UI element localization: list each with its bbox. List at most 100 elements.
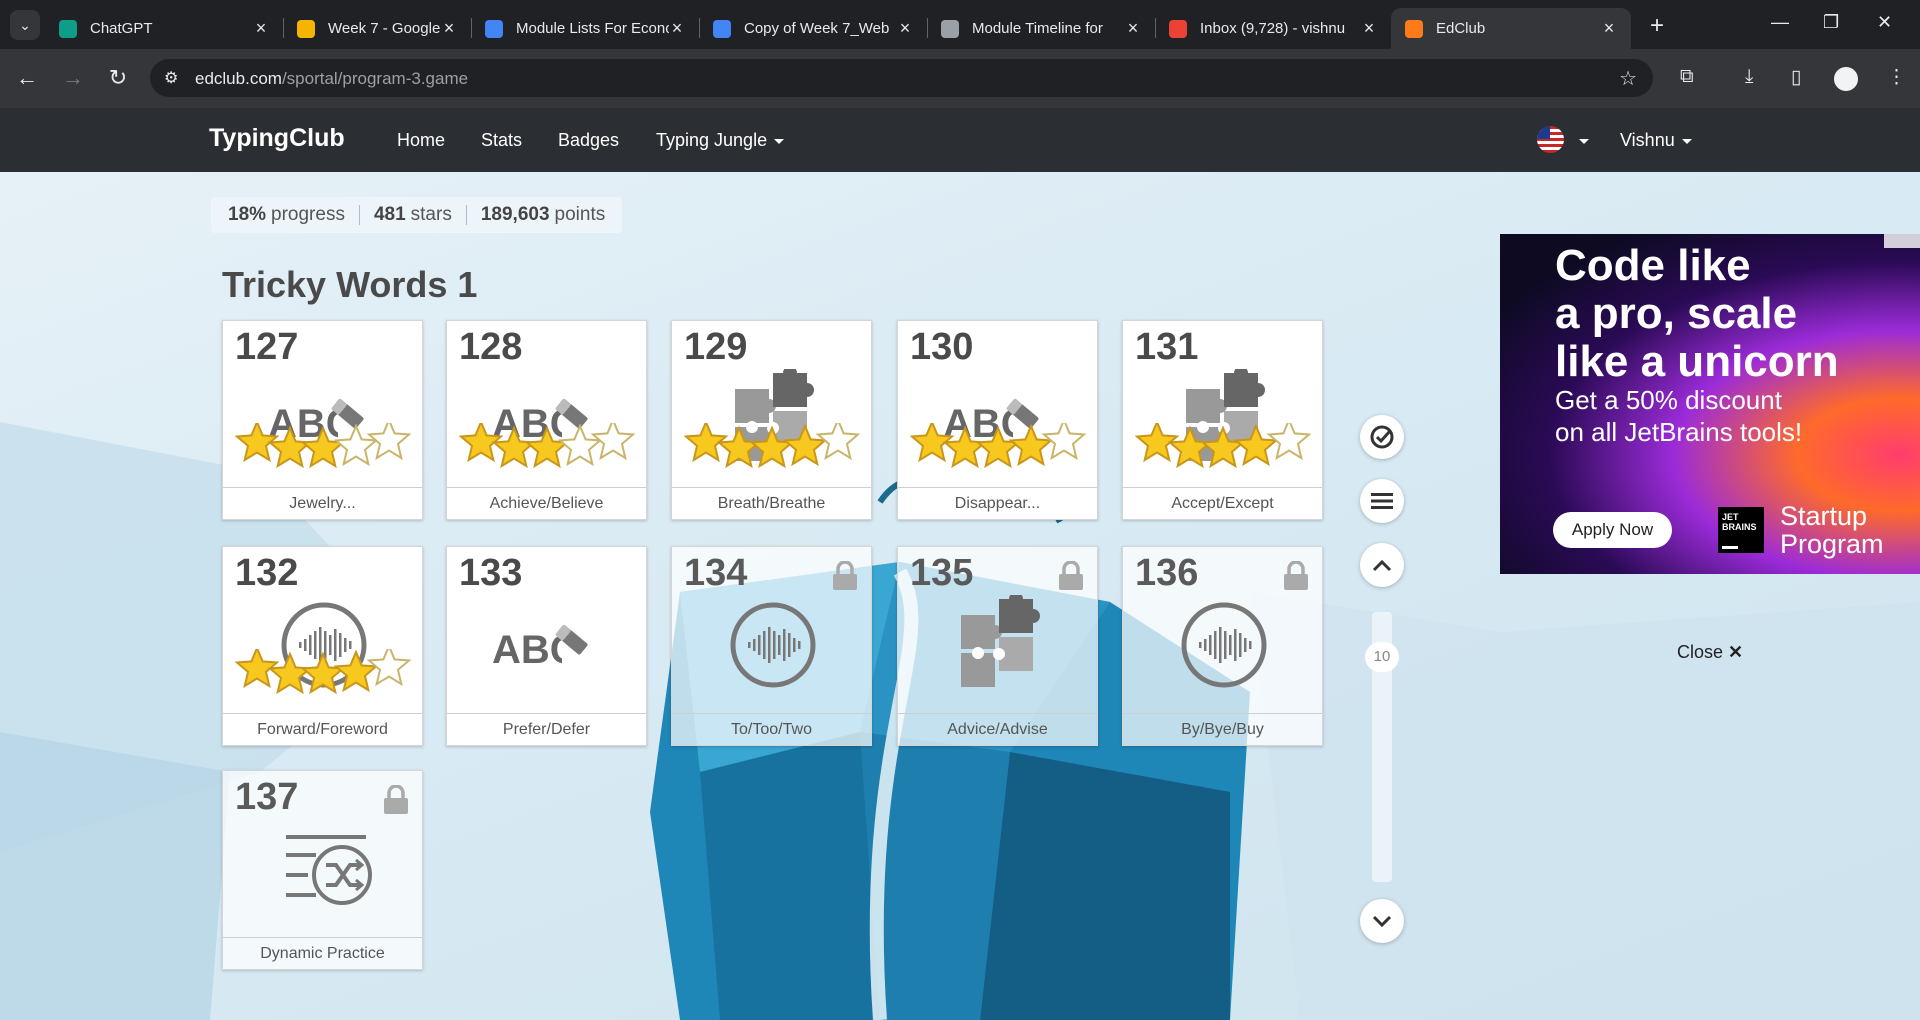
browser-tab[interactable]: Module Lists For Economics×	[471, 8, 700, 49]
edclub-icon	[1405, 19, 1423, 38]
star-filled-icon	[333, 649, 379, 693]
lesson-card[interactable]: 134 To/Too/Two	[671, 546, 872, 746]
shuffle-list-icon	[286, 835, 372, 905]
star-rating	[459, 423, 636, 469]
google-drive-icon	[297, 19, 315, 38]
lesson-number: 133	[459, 552, 523, 594]
jetbrains-ad[interactable]: Code like a pro, scale like a unicorn Get …	[1500, 234, 1920, 574]
lesson-label: Prefer/Defer	[447, 713, 646, 745]
lesson-card[interactable]: 128 ABC Achieve/Believe	[446, 320, 647, 520]
lesson-card[interactable]: 133 ABC Prefer/Defer	[446, 546, 647, 746]
user-menu[interactable]: Vishnu	[1620, 130, 1692, 151]
star-filled-icon	[716, 425, 762, 469]
language-caret-icon[interactable]	[1572, 130, 1589, 151]
lesson-label: By/Bye/Buy	[1123, 713, 1322, 745]
nav-stats[interactable]: Stats	[481, 130, 522, 151]
abc-eraser-icon: ABC	[492, 624, 588, 672]
back-icon[interactable]: ←	[14, 65, 40, 91]
browser-tab[interactable]: ChatGPT ×	[45, 8, 284, 49]
google-docs-icon	[713, 19, 731, 38]
lesson-card[interactable]: 129 Breath/Breathe	[671, 320, 872, 520]
lesson-label: Disappear...	[898, 487, 1097, 519]
close-window-icon[interactable]: ✕	[1877, 12, 1892, 33]
reload-icon[interactable]: ↻	[105, 65, 131, 91]
star-filled-icon	[300, 651, 346, 695]
star-empty-icon	[590, 423, 636, 461]
lock-icon	[1284, 561, 1308, 590]
lesson-card[interactable]: 131 Accept/Except	[1122, 320, 1323, 520]
close-tab-icon[interactable]: ×	[253, 18, 269, 39]
close-tab-icon[interactable]: ×	[441, 18, 457, 39]
browser-tab[interactable]: Inbox (9,728) - vishnu ×	[1155, 8, 1391, 49]
us-flag-icon[interactable]	[1537, 126, 1564, 153]
star-empty-icon	[557, 423, 603, 467]
extensions-icon[interactable]: ⧉	[1680, 66, 1694, 88]
nav-badges[interactable]: Badges	[558, 130, 619, 151]
lesson-card[interactable]: 130 ABC Disappear...	[897, 320, 1098, 520]
ad-choices-icon[interactable]	[1884, 234, 1920, 248]
bookmark-star-icon[interactable]: ☆	[1619, 66, 1637, 91]
forward-icon[interactable]: →	[60, 65, 86, 91]
lesson-label: Advice/Advise	[898, 713, 1097, 745]
lesson-number: 132	[235, 552, 299, 594]
lesson-card[interactable]: 132 Forward/Foreword	[222, 546, 423, 746]
nav-home[interactable]: Home	[397, 130, 445, 151]
lesson-map: 18% progress 481 stars 189,603 points Trick…	[0, 172, 1920, 1020]
star-empty-icon	[366, 649, 412, 687]
chevron-up-icon	[1372, 559, 1392, 572]
star-empty-icon	[1041, 423, 1087, 461]
star-empty-icon	[1266, 423, 1312, 461]
close-tab-icon[interactable]: ×	[1125, 18, 1141, 39]
close-ad-button[interactable]: Close ✕	[1677, 642, 1743, 663]
hamburger-icon	[1371, 493, 1393, 509]
menu-kebab-icon[interactable]: ⋮	[1887, 66, 1906, 89]
star-filled-icon	[749, 425, 795, 469]
lesson-card[interactable]: 136 By/Bye/Buy	[1122, 546, 1323, 746]
close-tab-icon[interactable]: ×	[669, 18, 685, 39]
lesson-card[interactable]: 135 Advice/Advise	[897, 546, 1098, 746]
scroll-position-indicator[interactable]: 10	[1365, 642, 1399, 672]
tab-title: Module Timeline for	[972, 20, 1103, 37]
nav-typing-jungle[interactable]: Typing Jungle	[656, 130, 785, 151]
site-info-icon[interactable]: ⚙	[164, 68, 178, 88]
ad-headline: Code like a pro, scale like a unicorn	[1555, 241, 1839, 386]
tab-title: Week 7 - Google Drive	[328, 20, 441, 37]
apply-now-button[interactable]: Apply Now	[1553, 512, 1672, 548]
tab-search-button[interactable]: ⌄	[10, 10, 40, 40]
side-panel-icon[interactable]: ▯	[1791, 66, 1801, 89]
lesson-card[interactable]: 127 ABC Jewelry...	[222, 320, 423, 520]
check-progress-button[interactable]	[1360, 415, 1404, 459]
close-tab-icon[interactable]: ×	[1361, 18, 1377, 39]
star-empty-icon	[815, 423, 861, 461]
menu-button[interactable]	[1360, 479, 1404, 523]
scroll-up-button[interactable]	[1360, 543, 1404, 587]
profile-avatar[interactable]	[1834, 67, 1858, 91]
browser-tab[interactable]: EdClub ×	[1391, 8, 1631, 49]
close-tab-icon[interactable]: ×	[1601, 18, 1617, 39]
lesson-label: Jewelry...	[223, 487, 422, 519]
new-tab-button[interactable]: +	[1650, 12, 1664, 40]
scroll-down-button[interactable]	[1360, 899, 1404, 943]
brand-logo[interactable]: TypingClub	[209, 124, 345, 153]
close-tab-icon[interactable]: ×	[897, 18, 913, 39]
points-value: 189,603	[480, 204, 550, 225]
star-rating	[1135, 423, 1312, 469]
ad-subtext: Get a 50% discount on all JetBrains tools…	[1555, 385, 1803, 447]
browser-tab[interactable]: Week 7 - Google Drive×	[283, 8, 472, 49]
star-filled-icon	[524, 425, 570, 469]
lesson-label: Forward/Foreword	[223, 713, 422, 745]
download-icon[interactable]: ⤓	[1745, 66, 1753, 88]
address-bar[interactable]: ⚙ edclub.com/sportal/program-3.game ☆	[150, 59, 1653, 97]
browser-tab[interactable]: Module Timeline for ×	[927, 8, 1156, 49]
audio-wave-icon	[730, 602, 816, 688]
minimize-icon[interactable]: —	[1771, 12, 1789, 33]
tab-title: EdClub	[1436, 20, 1486, 37]
tab-title: Copy of Week 7_Web	[744, 20, 890, 37]
star-filled-icon	[267, 651, 313, 695]
restore-icon[interactable]: ❐	[1823, 12, 1839, 33]
star-filled-icon	[491, 425, 537, 469]
audio-wave-icon	[1181, 602, 1267, 688]
lesson-card[interactable]: 137 Dynamic Practice	[222, 770, 423, 970]
close-ad-label: Close	[1677, 642, 1724, 662]
browser-tab[interactable]: Copy of Week 7_Web ×	[699, 8, 928, 49]
